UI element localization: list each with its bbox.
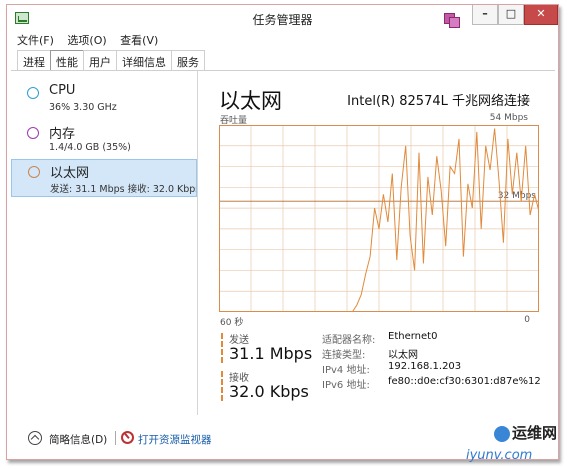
throughput-graph: 32 Mbps [219, 125, 539, 312]
sidebar-item-cpu[interactable]: CPU 36% 3.30 GHz [11, 81, 197, 119]
watermark-logo-icon [494, 426, 510, 442]
tab-strip: 进程 性能 用户 详细信息 服务 [17, 50, 205, 71]
menu-view[interactable]: 查看(V) [120, 32, 158, 48]
graph-ref-label: 32 Mbps [498, 191, 537, 201]
tab-details[interactable]: 详细信息 [116, 50, 172, 70]
page-title: 以太网 [219, 89, 282, 113]
watermark-url: iyunv.com [466, 448, 533, 463]
send-value: 31.1 Mbps [229, 344, 313, 363]
sidebar-item-subtitle: 发送: 31.1 Mbps 接收: 32.0 Kbps [50, 184, 196, 195]
info-value-adapter: Ethernet0 [388, 331, 438, 342]
memory-ring-icon [27, 127, 39, 139]
info-value-ipv4: 192.168.1.203 [388, 361, 462, 372]
sidebar-item-subtitle: 1.4/4.0 GB (35%) [49, 142, 131, 153]
tab-performance[interactable]: 性能 [50, 50, 84, 71]
info-value-ipv6: fe80::d0e:cf30:6301:d87e%12 [388, 376, 541, 387]
menu-file[interactable]: 文件(F) [17, 32, 54, 48]
tab-services[interactable]: 服务 [171, 50, 205, 70]
info-key-connection-type: 连接类型: [322, 350, 366, 361]
sidebar-item-subtitle: 36% 3.30 GHz [49, 102, 117, 113]
maximize-button[interactable]: □ [498, 5, 524, 25]
cpu-ring-icon [27, 87, 39, 99]
ethernet-ring-icon [28, 166, 40, 178]
menu-options[interactable]: 选项(O) [67, 32, 106, 48]
menu-bar: 文件(F) 选项(O) 查看(V) [17, 32, 168, 48]
info-key-adapter: 适配器名称: [322, 335, 376, 346]
collapse-icon[interactable] [28, 431, 42, 445]
adapter-name: Intel(R) 82574L 千兆网络连接 [347, 94, 530, 109]
receive-indicator [221, 371, 223, 401]
tab-processes[interactable]: 进程 [17, 50, 51, 70]
sidebar-item-ethernet[interactable]: 以太网 发送: 31.1 Mbps 接收: 32.0 Kbps [11, 159, 197, 197]
performance-sidebar: CPU 36% 3.30 GHz 内存 1.4/4.0 GB (35%) 以太网… [11, 71, 198, 415]
resource-monitor-icon[interactable] [121, 431, 134, 444]
info-key-ipv4: IPv4 地址: [322, 365, 370, 376]
open-resource-monitor-link[interactable]: 打开资源监视器 [138, 432, 212, 447]
info-key-ipv6: IPv6 地址: [322, 380, 370, 391]
sidebar-item-title: 内存 [49, 127, 76, 142]
footer-divider [115, 431, 116, 445]
fewer-details-link[interactable]: 简略信息(D) [49, 432, 107, 447]
overlay-icon [444, 13, 462, 29]
sidebar-item-memory[interactable]: 内存 1.4/4.0 GB (35%) [11, 121, 197, 159]
graph-max-label: 54 Mbps [489, 113, 528, 123]
sidebar-item-title: 以太网 [50, 166, 90, 181]
tab-users[interactable]: 用户 [83, 50, 117, 70]
info-value-connection-type: 以太网 [388, 350, 418, 361]
watermark-name: 运维网 [512, 424, 558, 442]
task-manager-window: 任务管理器 – □ ✕ 文件(F) 选项(O) 查看(V) 进程 性能 用户 详… [6, 4, 559, 460]
title-bar[interactable]: 任务管理器 – □ ✕ [7, 5, 558, 32]
watermark: 运维网 iyunv.com [454, 418, 564, 466]
receive-value: 32.0 Kbps [229, 382, 309, 401]
close-button[interactable]: ✕ [524, 5, 558, 25]
sidebar-item-title: CPU [49, 83, 76, 98]
send-indicator [221, 333, 223, 363]
graph-zero-label: 0 [524, 315, 530, 325]
minimize-button[interactable]: – [472, 5, 498, 25]
graph-time-label: 60 秒 [220, 318, 244, 328]
